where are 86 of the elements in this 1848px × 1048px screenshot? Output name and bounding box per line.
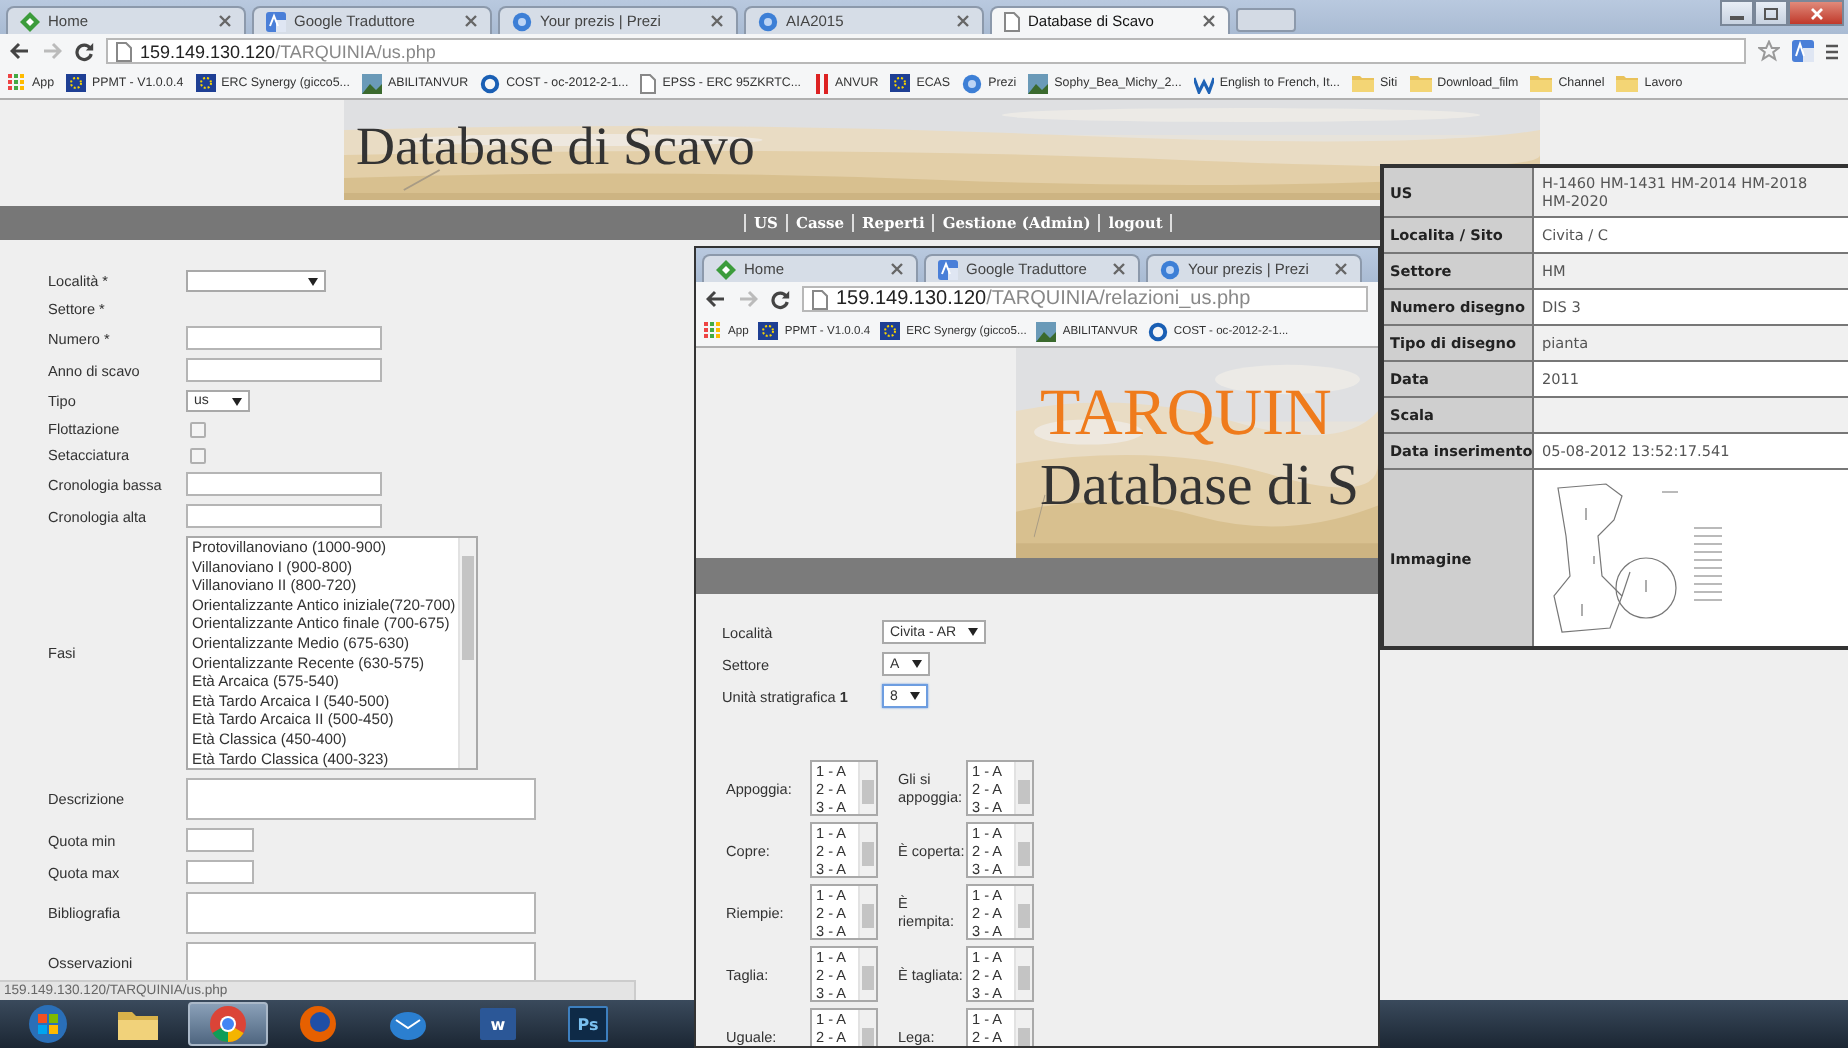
star-icon[interactable]: [1758, 40, 1780, 62]
logo-icon: [1193, 73, 1214, 93]
caret-icon: [911, 660, 922, 668]
chrome-icon: [210, 1006, 246, 1042]
minimize-button[interactable]: [1720, 0, 1754, 26]
input-field[interactable]: [186, 504, 382, 528]
caret-icon: [968, 628, 979, 636]
scrollbar[interactable]: [858, 948, 876, 1000]
bars-icon: [813, 73, 830, 93]
ring-icon: [1147, 321, 1168, 341]
scrollbar[interactable]: [458, 538, 476, 768]
image-icon: [1036, 321, 1057, 341]
site-title: TARQUIN: [1040, 376, 1332, 452]
flag-icon: [880, 322, 901, 340]
text-area[interactable]: [186, 942, 536, 984]
scrollbar[interactable]: [858, 886, 876, 938]
taskbar-button[interactable]: Ps: [548, 1002, 628, 1046]
checkbox[interactable]: [190, 447, 206, 463]
input-field[interactable]: [186, 828, 254, 852]
globe-icon: [512, 11, 532, 31]
input-field[interactable]: [186, 358, 382, 382]
list-box[interactable]: [186, 536, 478, 770]
close-icon[interactable]: [1334, 262, 1348, 276]
firefox-icon: [300, 1006, 336, 1042]
translate-icon[interactable]: [1792, 40, 1814, 62]
page-icon: [812, 289, 828, 309]
address-field[interactable]: 159.149.130.120/TARQUINIA/us.php: [106, 38, 1746, 64]
flag-icon: [758, 322, 779, 340]
maximize-icon: [1764, 7, 1778, 19]
close-button[interactable]: [1788, 0, 1844, 26]
folder-icon: [1616, 74, 1639, 92]
reload-icon[interactable]: [74, 41, 94, 61]
close-icon[interactable]: [710, 14, 724, 28]
folder-icon: [1409, 74, 1432, 92]
page-icon: [640, 73, 657, 93]
maximize-button[interactable]: [1754, 0, 1788, 26]
image-icon: [1028, 73, 1049, 93]
reload-icon[interactable]: [770, 289, 790, 309]
caret-icon: [909, 692, 920, 700]
close-icon[interactable]: [464, 14, 478, 28]
start-icon: [28, 1004, 68, 1044]
back-icon[interactable]: [706, 290, 726, 308]
back-icon[interactable]: [10, 42, 30, 60]
close-icon[interactable]: [1112, 262, 1126, 276]
input-field[interactable]: [186, 326, 382, 350]
globe-icon: [1160, 259, 1180, 279]
input-field[interactable]: [186, 472, 382, 496]
mail-icon: [388, 1008, 428, 1040]
site-title: Database di Scavo: [356, 116, 755, 178]
page-icon: [116, 41, 132, 61]
folder-icon: [1530, 74, 1553, 92]
scrollbar[interactable]: [858, 824, 876, 876]
input-field[interactable]: [186, 860, 254, 884]
select-field[interactable]: [186, 270, 326, 292]
scrollbar[interactable]: [858, 762, 876, 814]
forward-icon[interactable]: [738, 290, 758, 308]
scrollbar[interactable]: [1014, 762, 1032, 814]
scrollbar[interactable]: [1014, 886, 1032, 938]
close-icon[interactable]: [956, 14, 970, 28]
globe-icon: [962, 73, 983, 93]
apps-icon: [8, 74, 26, 92]
apps-icon: [704, 322, 722, 340]
scrollbar[interactable]: [1014, 824, 1032, 876]
globe-icon: [758, 11, 778, 31]
flag-icon: [890, 74, 911, 92]
taskbar-button[interactable]: w: [458, 1002, 538, 1046]
checkbox[interactable]: [190, 421, 206, 437]
close-icon[interactable]: [1202, 14, 1216, 28]
forward-icon[interactable]: [42, 42, 62, 60]
flag-icon: [195, 74, 216, 92]
folder-icon: [1352, 74, 1374, 92]
caret-icon: [232, 397, 242, 405]
address-field[interactable]: 159.149.130.120/TARQUINIA/relazioni_us.php: [802, 286, 1368, 312]
flag-icon: [66, 74, 87, 92]
image-icon: [361, 73, 382, 93]
close-icon[interactable]: [218, 14, 232, 28]
caret-icon: [308, 277, 318, 285]
close-icon: [1809, 7, 1823, 19]
folder-icon: [118, 1008, 158, 1040]
ring-icon: [480, 73, 501, 93]
menu-icon[interactable]: [1826, 41, 1838, 61]
new-tab-button[interactable]: [1236, 8, 1296, 32]
text-area[interactable]: [186, 892, 536, 934]
site-subtitle: Database di S: [1040, 452, 1359, 520]
close-icon[interactable]: [890, 262, 904, 276]
scrollbar[interactable]: [1014, 948, 1032, 1000]
